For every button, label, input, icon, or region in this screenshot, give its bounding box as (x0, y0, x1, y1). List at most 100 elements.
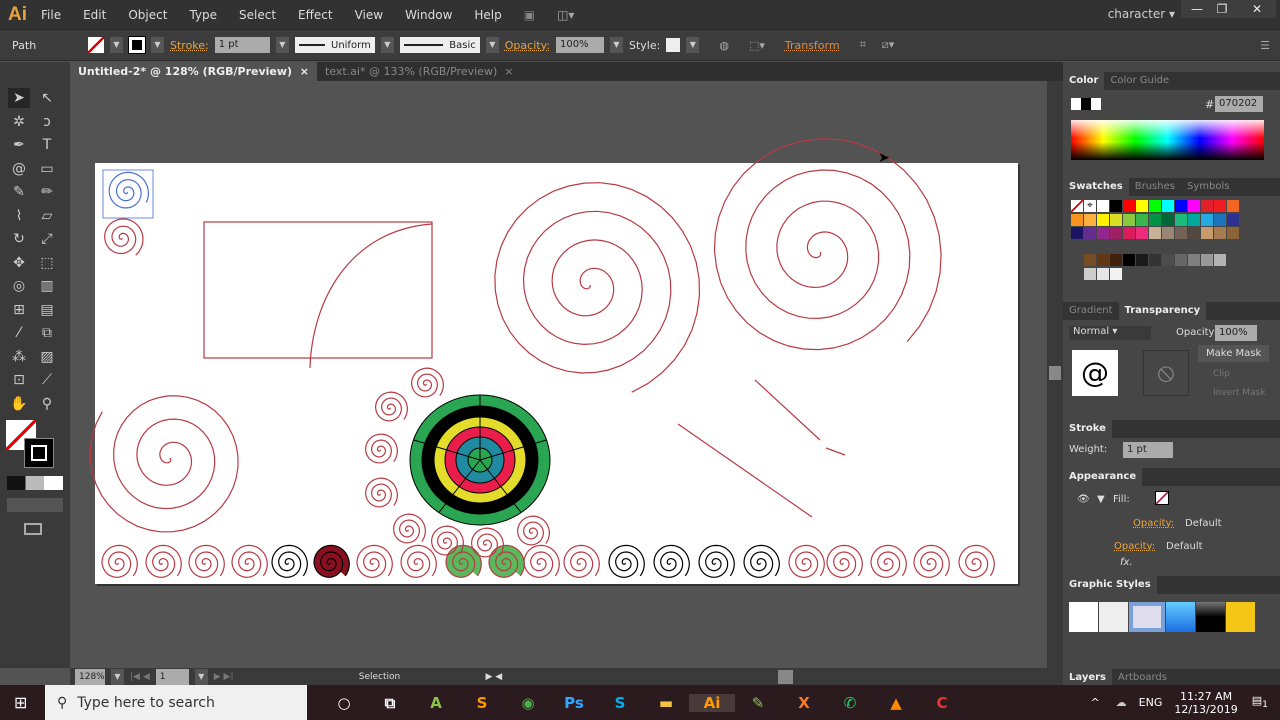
next-artboard-icon[interactable]: ▶ ▶| (214, 672, 234, 682)
swatch[interactable] (1149, 227, 1161, 239)
swatch[interactable] (1149, 254, 1161, 266)
sublime-icon[interactable]: S (459, 694, 505, 712)
swatch[interactable] (1175, 227, 1187, 239)
swatch[interactable] (1110, 200, 1122, 212)
visibility-eye-icon[interactable]: 👁 (1077, 494, 1090, 505)
spiral[interactable] (516, 515, 551, 546)
tab-gradient[interactable]: Gradient (1063, 302, 1119, 320)
style-default[interactable] (1069, 602, 1098, 632)
spiral[interactable] (356, 544, 393, 578)
swatch[interactable] (1097, 254, 1109, 266)
camtasia-icon[interactable]: C (919, 694, 965, 712)
whatsapp-icon[interactable]: ✆ (827, 694, 873, 712)
clip-checkbox[interactable]: Clip (1213, 369, 1230, 379)
swatch[interactable] (1214, 227, 1226, 239)
swatch[interactable] (1214, 254, 1226, 266)
spiral[interactable] (410, 367, 445, 398)
style-none[interactable] (1098, 602, 1128, 632)
spiral[interactable] (698, 544, 735, 578)
swatch[interactable] (1136, 227, 1148, 239)
windows-start-icon[interactable]: ⊞ (14, 693, 27, 712)
swatch[interactable] (1227, 200, 1239, 212)
artboard-number-input[interactable]: 1 (155, 668, 189, 685)
android-studio-icon[interactable]: A (413, 694, 459, 712)
spiral[interactable] (563, 544, 600, 578)
spiral[interactable] (364, 433, 399, 464)
artwork[interactable] (0, 0, 1063, 668)
swatch[interactable] (1201, 254, 1213, 266)
tab-stroke[interactable]: Stroke (1063, 420, 1112, 438)
swatch[interactable] (1071, 213, 1083, 226)
swatch[interactable] (1110, 213, 1122, 226)
file-explorer-icon[interactable]: ▬ (643, 694, 689, 712)
spiral[interactable] (400, 544, 437, 578)
show-hidden-icons[interactable]: ^ (1090, 696, 1099, 709)
spiral[interactable] (870, 544, 907, 578)
swatch[interactable] (1175, 200, 1187, 212)
line[interactable] (677, 423, 813, 518)
workspace-switcher[interactable]: character ▾ (1108, 7, 1175, 21)
horizontal-scrollbar-thumb[interactable] (778, 669, 794, 684)
spiral[interactable] (89, 395, 239, 533)
spiral[interactable] (231, 544, 268, 578)
spiral[interactable] (494, 182, 701, 393)
photoshop-icon[interactable]: Ps (551, 694, 597, 712)
chrome-icon[interactable]: ◉ (505, 694, 551, 712)
xampp-icon[interactable]: X (781, 694, 827, 712)
swatch[interactable] (1201, 227, 1213, 239)
spiral[interactable] (913, 544, 950, 578)
swatch[interactable] (1097, 227, 1109, 239)
status-menu-icon[interactable]: ▶ ◀ (486, 672, 503, 682)
swatch[interactable] (1201, 213, 1213, 226)
swatch[interactable] (1227, 227, 1239, 239)
swatch[interactable] (1162, 200, 1174, 212)
tab-color-guide[interactable]: Color Guide (1104, 72, 1175, 90)
swatch[interactable] (1110, 254, 1122, 266)
restore-button[interactable]: ❐ (1206, 0, 1238, 18)
swatch[interactable] (1136, 200, 1148, 212)
swatch[interactable] (1188, 213, 1200, 226)
tab-symbols[interactable]: Symbols (1181, 178, 1235, 196)
weight-input[interactable]: 1 pt (1123, 442, 1173, 458)
invert-mask-checkbox[interactable]: Invert Mask (1213, 388, 1266, 398)
swatch[interactable] (1136, 213, 1148, 226)
selection-bounding-box[interactable] (102, 169, 154, 219)
tab-swatches[interactable]: Swatches (1063, 178, 1129, 196)
tab-brushes[interactable]: Brushes (1129, 178, 1181, 196)
fill-swatch[interactable] (1155, 491, 1169, 505)
swatch[interactable] (1123, 254, 1135, 266)
swatch[interactable] (1175, 213, 1187, 226)
line[interactable] (754, 379, 821, 441)
tab-appearance[interactable]: Appearance (1063, 468, 1143, 486)
spiral[interactable] (608, 544, 645, 578)
blend-mode-select[interactable]: Normal ▾ (1069, 326, 1151, 340)
style-black[interactable] (1196, 602, 1226, 632)
vertical-scrollbar[interactable] (1047, 81, 1063, 668)
notifications-icon[interactable]: ▤1 (1252, 694, 1268, 710)
tab-transparency[interactable]: Transparency (1118, 302, 1207, 320)
cortana-icon[interactable]: ○ (321, 694, 367, 712)
object-thumbnail[interactable]: @ (1072, 350, 1118, 396)
spiral[interactable] (826, 544, 863, 578)
spiral[interactable] (958, 544, 995, 578)
swatch[interactable] (1227, 213, 1239, 226)
swatch[interactable] (1084, 254, 1096, 266)
spiral[interactable] (653, 544, 690, 578)
taskbar-search[interactable]: ⚲ Type here to search (45, 685, 307, 720)
swatch[interactable] (1214, 200, 1226, 212)
style-blue-gradient[interactable] (1166, 602, 1196, 632)
add-effect-button[interactable]: fx. (1120, 557, 1133, 568)
swatch[interactable] (1136, 254, 1148, 266)
zoom-dropdown[interactable]: ▼ (111, 668, 124, 685)
tab-graphic-styles[interactable]: Graphic Styles (1063, 576, 1157, 594)
swatch-registration[interactable]: ⌖ (1084, 200, 1096, 212)
swatch[interactable] (1201, 200, 1213, 212)
swatch[interactable] (1123, 213, 1135, 226)
arc[interactable] (309, 223, 433, 369)
object-opacity-label[interactable]: Opacity: (1114, 541, 1155, 552)
notepad-icon[interactable]: ✎ (735, 694, 781, 712)
swatch[interactable] (1123, 200, 1135, 212)
line[interactable] (825, 447, 846, 456)
spiral[interactable] (788, 544, 825, 578)
close-button[interactable]: ✕ (1238, 0, 1276, 18)
